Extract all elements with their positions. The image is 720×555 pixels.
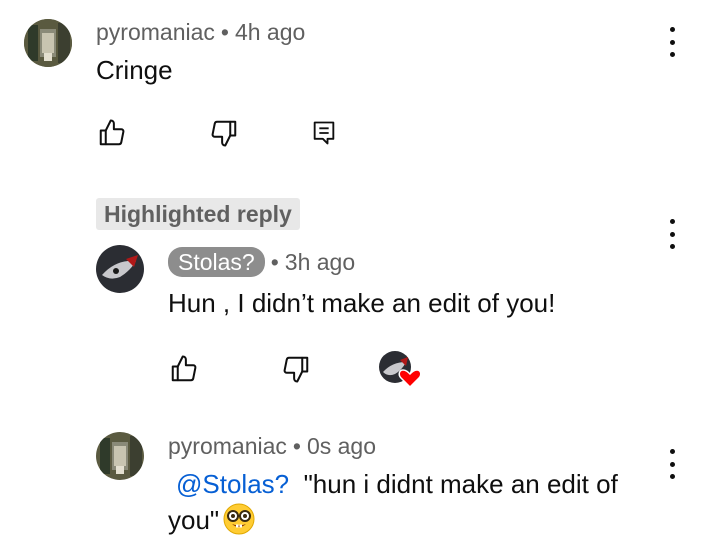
creator-author-chip[interactable]: Stolas?	[168, 247, 265, 277]
nerd-face-emoji	[223, 503, 255, 535]
meta-separator: •	[270, 249, 279, 275]
dislike-icon	[211, 120, 237, 147]
creator-heart-icon	[379, 351, 422, 389]
avatar[interactable]	[24, 19, 72, 67]
dislike-button[interactable]	[279, 352, 313, 386]
like-icon	[171, 355, 197, 382]
comment-text: Cringe	[96, 55, 173, 85]
meta-separator: •	[292, 433, 301, 459]
comment-meta: Stolas? • 3h ago	[168, 247, 355, 277]
more-vert-icon[interactable]	[662, 216, 682, 252]
avatar-image	[24, 19, 72, 67]
comment-text: @Stolas? "hun i didnt make an edit of yo…	[168, 466, 658, 538]
reply-icon	[313, 121, 335, 145]
like-button[interactable]	[167, 352, 201, 386]
mention-link[interactable]: @Stolas?	[176, 469, 289, 499]
timestamp[interactable]: 0s ago	[307, 433, 376, 459]
like-button[interactable]	[95, 116, 129, 150]
more-vert-icon[interactable]	[662, 446, 682, 482]
comment-meta: pyromaniac • 4h ago	[96, 18, 305, 46]
more-vert-icon[interactable]	[662, 24, 682, 60]
comment-text: Hun , I didn’t make an edit of you!	[168, 288, 556, 318]
dislike-button[interactable]	[207, 116, 241, 150]
reply-button[interactable]	[307, 116, 341, 150]
avatar-image	[96, 245, 144, 293]
highlighted-reply-badge: Highlighted reply	[96, 198, 300, 230]
avatar-image	[96, 432, 144, 480]
like-icon	[99, 119, 125, 146]
author-name[interactable]: pyromaniac	[168, 433, 287, 459]
dislike-icon	[283, 356, 309, 383]
avatar[interactable]	[96, 245, 144, 293]
comment-meta: pyromaniac • 0s ago	[168, 432, 376, 460]
timestamp[interactable]: 3h ago	[285, 249, 355, 275]
author-name[interactable]: pyromaniac	[96, 19, 215, 45]
timestamp[interactable]: 4h ago	[235, 19, 305, 45]
creator-heart-button[interactable]	[378, 350, 422, 389]
meta-separator: •	[220, 19, 229, 45]
avatar[interactable]	[96, 432, 144, 480]
